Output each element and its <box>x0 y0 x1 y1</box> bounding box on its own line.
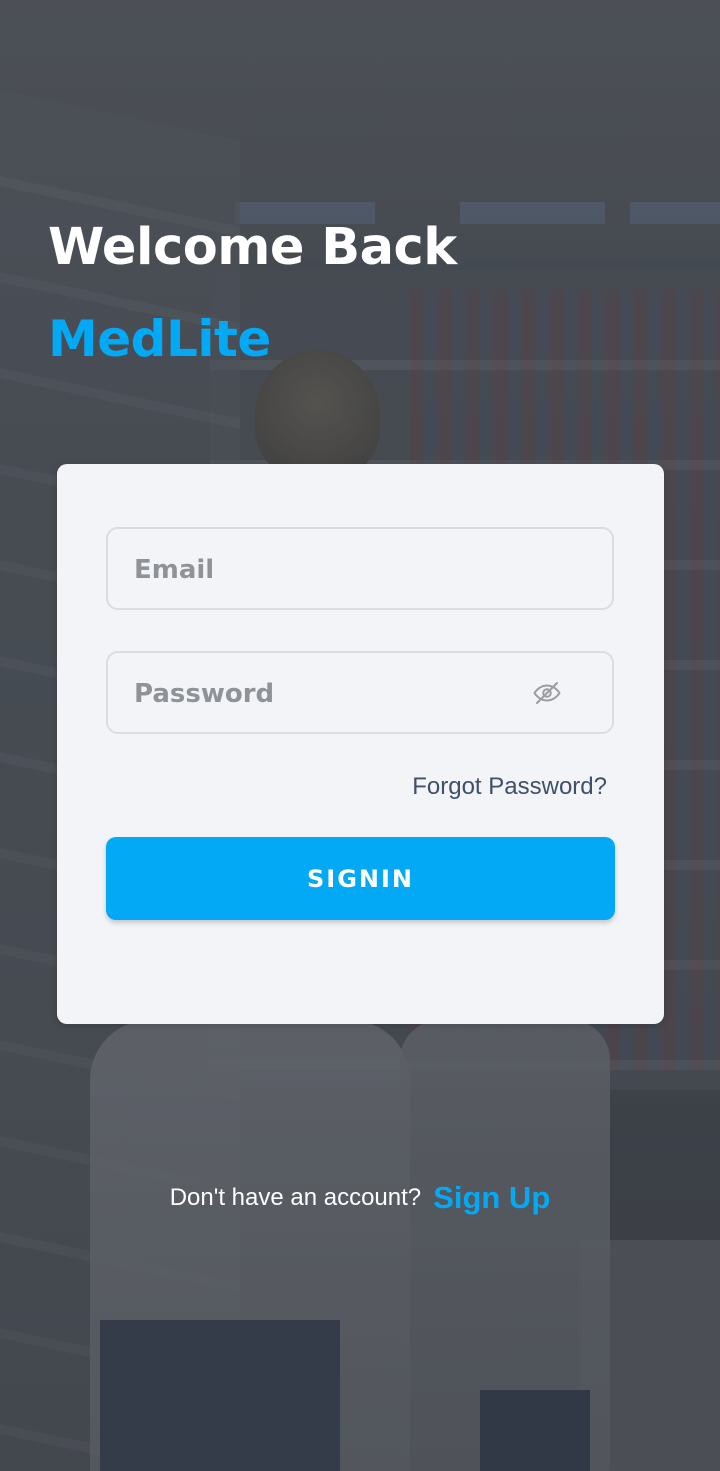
signin-button[interactable]: SIGNIN <box>106 837 615 920</box>
welcome-title: Welcome Back <box>48 218 457 277</box>
forgot-password-link[interactable]: Forgot Password? <box>412 773 607 801</box>
password-field[interactable] <box>106 651 614 734</box>
brand-name: MedLite <box>48 310 271 368</box>
signup-question: Don't have an account? <box>169 1184 422 1211</box>
email-input[interactable] <box>132 529 536 610</box>
signup-link[interactable]: Sign Up <box>433 1180 550 1215</box>
password-input[interactable] <box>132 653 536 734</box>
eye-off-icon[interactable] <box>532 678 562 708</box>
email-field[interactable] <box>106 527 614 610</box>
login-card: Forgot Password? SIGNIN <box>57 464 664 1024</box>
signup-prompt: Don't have an account? Sign Up <box>0 1180 720 1216</box>
